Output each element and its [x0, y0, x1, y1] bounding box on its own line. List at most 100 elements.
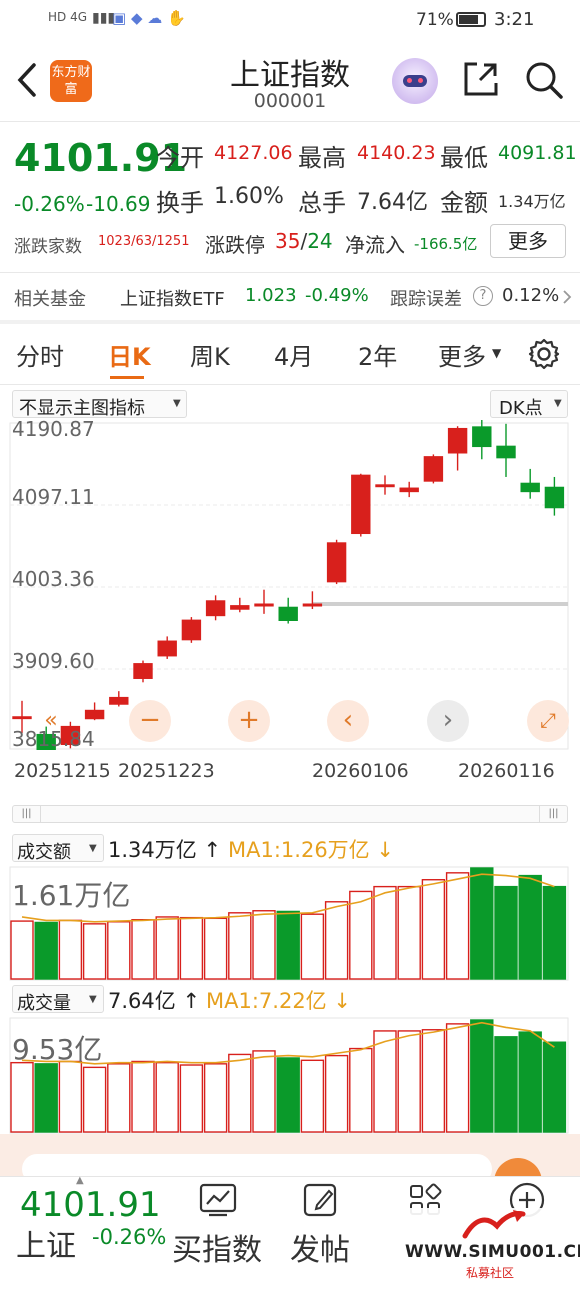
tab-weekly-k[interactable]: 周K	[190, 337, 230, 372]
candle	[84, 702, 105, 721]
volume-bar	[58, 1060, 83, 1133]
help-icon[interactable]: ?	[473, 286, 493, 306]
candle	[472, 420, 492, 460]
turnover-value: 1.60%	[214, 184, 284, 209]
buy-index-button[interactable]: 买指数	[172, 1225, 262, 1269]
zoom-out-button[interactable]: −	[129, 700, 171, 742]
candle-body	[109, 696, 129, 705]
more-quote-button[interactable]: 更多	[490, 224, 566, 258]
volume-bar	[10, 920, 34, 980]
watermark-logo: WWW.SIMU001.CN 私募社区	[405, 1208, 580, 1286]
candle	[157, 636, 177, 659]
amount-current: 1.34万亿 ↑	[108, 838, 222, 862]
comment-area	[0, 1134, 580, 1186]
candle-body	[423, 456, 444, 482]
search-icon[interactable]	[524, 60, 564, 100]
zoom-in-button[interactable]: +	[228, 700, 270, 742]
main-indicator-label: 不显示主图指标	[19, 398, 145, 419]
volume-indicator-select[interactable]: 成交量 ▼	[12, 985, 104, 1014]
range-handle-left[interactable]: |||	[13, 806, 41, 822]
clock: 3:21	[494, 9, 535, 30]
volume-bar	[349, 890, 373, 980]
open-label: 今开	[156, 144, 204, 172]
candle-body	[447, 427, 468, 454]
move-left-button[interactable]: ‹	[327, 700, 369, 742]
y-tick-label: 3909.60	[12, 649, 95, 673]
y-tick-label: 4003.36	[12, 567, 95, 591]
volume-bar	[82, 1066, 107, 1133]
volume-bar	[276, 910, 300, 980]
tab-daily-k[interactable]: 日K	[108, 337, 151, 372]
candle-body	[278, 606, 298, 622]
candle	[447, 426, 468, 471]
x-axis: 20251215 20251223 20260106 20260116	[0, 760, 580, 786]
candle	[351, 473, 371, 537]
netflow-label: 净流入	[345, 233, 405, 257]
related-fund-row[interactable]: 相关基金 上证指数ETF 1.023 -0.49% 跟踪误差 ? 0.12%	[0, 273, 580, 319]
candle-body	[544, 486, 565, 509]
robot-assistant-icon[interactable]	[392, 58, 438, 104]
candle-body	[254, 603, 274, 607]
volume-bar	[228, 912, 252, 980]
amount-indicator-select[interactable]: 成交额 ▼	[12, 834, 104, 863]
settings-gear-icon[interactable]	[528, 338, 560, 370]
dk-point-select[interactable]: DK点 ▼	[490, 390, 568, 419]
dk-dropdown-icon: ▼	[554, 398, 562, 409]
volume-bar	[10, 1061, 34, 1133]
app-screen: HD 4G ▮▮▮ ▣ ◆ ☁ ✋ 71% 3:21 东方财富 上证指数 000…	[0, 0, 580, 1289]
range-scrollbar[interactable]: ||| |||	[12, 805, 568, 823]
bottom-price[interactable]: 4101.91	[20, 1185, 161, 1225]
volume-dropdown-icon: ▼	[89, 994, 97, 1005]
candle-body	[157, 640, 177, 657]
range-handle-right[interactable]: |||	[539, 806, 567, 822]
candle	[254, 589, 274, 614]
candle	[109, 691, 129, 707]
change-value: -10.69	[86, 192, 151, 216]
tab-2-years[interactable]: 2年	[358, 337, 397, 372]
tab-4-months[interactable]: 4月	[274, 337, 313, 372]
bottom-index-name: 上证	[16, 1229, 76, 1264]
header: 东方财富 上证指数 000001	[0, 40, 580, 120]
tab-more[interactable]: 更多	[438, 337, 486, 372]
kline-chart[interactable]: 4190.874097.114003.363909.603815.84	[0, 420, 580, 750]
share-icon[interactable]	[462, 60, 500, 98]
volume-bar	[494, 885, 518, 980]
volume-bar	[179, 916, 204, 980]
candle	[205, 595, 226, 621]
candle-body	[12, 716, 32, 720]
breadth-value: 1023/63/1251	[98, 234, 190, 249]
change-pct: -0.26%	[14, 192, 85, 216]
fullscreen-icon[interactable]: ⤢	[527, 700, 569, 742]
main-indicator-select[interactable]: 不显示主图指标 ▼	[12, 390, 187, 419]
volume-bar	[397, 1030, 421, 1133]
candle-body	[472, 426, 492, 448]
x-tick-label: 20251215	[14, 760, 111, 782]
fund-row-label: 相关基金	[14, 289, 86, 310]
tracking-error-label: 跟踪误差	[390, 289, 462, 310]
volume-current: 7.64亿 ↑	[108, 989, 201, 1013]
amount-value: 1.34万亿	[498, 192, 566, 211]
candle	[302, 591, 323, 610]
amount-indicator-label: 成交额	[17, 842, 71, 863]
high-value: 4140.23	[357, 142, 436, 164]
netflow-value: -166.5亿	[414, 235, 478, 253]
volume-bar	[179, 1064, 204, 1133]
active-tab-indicator	[110, 376, 144, 379]
move-right-button[interactable]: ›	[427, 700, 469, 742]
volume-ma: MA1:7.22亿 ↓	[206, 989, 351, 1013]
volume-bar	[34, 921, 58, 980]
candle-body	[351, 474, 371, 535]
low-value: 4091.81	[498, 142, 577, 164]
volume-bar	[518, 1031, 542, 1133]
limit-down: 24	[307, 229, 333, 253]
volume-label: 总手	[298, 189, 346, 217]
post-button[interactable]: 发帖	[290, 1225, 350, 1269]
tab-intraday[interactable]: 分时	[16, 337, 64, 372]
volume-bar	[203, 917, 228, 980]
scroll-left-double-icon[interactable]: «	[30, 701, 72, 743]
volume-bar	[445, 1023, 470, 1133]
volume-bar	[373, 1030, 397, 1133]
volume-bar	[131, 919, 155, 980]
watermark-subtitle: 私募社区	[465, 1266, 514, 1280]
volume-bar	[324, 1054, 349, 1133]
